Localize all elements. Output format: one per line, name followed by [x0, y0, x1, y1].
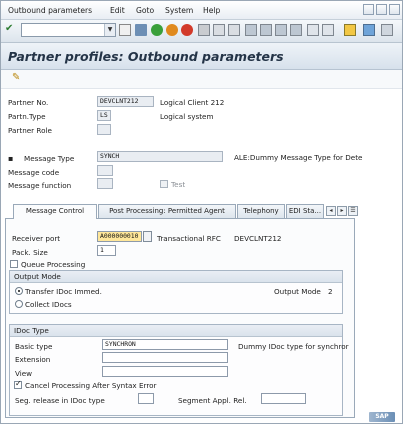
receiver-port-type: Transactional RFC	[157, 234, 221, 243]
value-help-icon[interactable]	[143, 231, 152, 242]
create-session-icon[interactable]	[307, 24, 319, 36]
output-mode-label: Output Mode	[274, 287, 321, 296]
message-type-label: Message Type	[24, 154, 75, 163]
message-code-field[interactable]	[97, 165, 113, 176]
pack-size-field[interactable]: 1	[97, 245, 116, 256]
segment-appl-rel-field[interactable]	[261, 393, 306, 404]
test-label: Test	[171, 180, 186, 189]
sap-logo: SAP	[369, 412, 395, 422]
queue-processing-label: Queue Processing	[21, 260, 86, 269]
seg-release-label: Seg. release in IDoc type	[15, 396, 105, 405]
cancel-processing-label: Cancel Processing After Syntax Error	[25, 381, 157, 390]
menu-help[interactable]: Help	[203, 6, 220, 15]
message-type-tree-icon[interactable]: ▪	[8, 154, 13, 163]
exit-icon[interactable]	[166, 24, 178, 36]
transfer-idoc-radio[interactable]	[15, 287, 23, 295]
menu-system[interactable]: System	[165, 6, 193, 15]
tab-post-processing[interactable]: Post Processing: Permitted Agent	[98, 204, 236, 218]
pack-size-label: Pack. Size	[12, 248, 48, 257]
page-title: Partner profiles: Outbound parameters	[8, 49, 284, 64]
cancel-icon[interactable]	[181, 24, 193, 36]
partner-no-description: Logical Client 212	[160, 98, 225, 107]
history-icon[interactable]	[119, 24, 131, 36]
cancel-processing-checkbox[interactable]	[14, 379, 22, 389]
tab-telephony[interactable]: Telephony	[237, 204, 285, 218]
next-page-icon[interactable]	[275, 24, 287, 36]
minimize-icon[interactable]	[363, 4, 374, 15]
menu-bar: Outbound parameters Edit Goto System Hel…	[1, 1, 402, 20]
command-field[interactable]: ▼	[21, 23, 116, 37]
message-function-label: Message function	[8, 181, 72, 190]
maximize-icon[interactable]	[376, 4, 387, 15]
tab-list-icon[interactable]: ☰	[348, 206, 358, 216]
receiver-port-field[interactable]: A000000010	[97, 231, 142, 242]
idoc-type-header: IDoc Type	[10, 325, 342, 337]
last-page-icon[interactable]	[290, 24, 302, 36]
partn-type-label: Partn.Type	[8, 112, 46, 121]
view-label: View	[15, 369, 33, 378]
menu-edit[interactable]: Edit	[110, 6, 125, 15]
output-mode-header: Output Mode	[10, 271, 342, 283]
close-icon[interactable]	[389, 4, 400, 15]
print-icon[interactable]	[198, 24, 210, 36]
message-code-label: Message code	[8, 168, 60, 177]
layout-menu-icon[interactable]	[381, 24, 393, 36]
tab-scroll-right-icon[interactable]: ▸	[337, 206, 347, 216]
first-page-icon[interactable]	[245, 24, 257, 36]
partn-type-description: Logical system	[160, 112, 214, 121]
partner-no-label: Partner No.	[8, 98, 49, 107]
view-field[interactable]	[102, 366, 228, 377]
shortcut-icon[interactable]	[322, 24, 334, 36]
extension-field[interactable]	[102, 352, 228, 363]
standard-toolbar: ✔ ▼	[1, 20, 402, 43]
basic-type-field[interactable]: SYNCHRON	[102, 339, 228, 350]
collect-idocs-label: Collect IDocs	[25, 300, 72, 309]
partner-role-field[interactable]	[97, 124, 111, 135]
customize-layout-icon[interactable]	[363, 24, 375, 36]
help-icon[interactable]	[344, 24, 356, 36]
title-bar: Partner profiles: Outbound parameters	[1, 43, 402, 70]
queue-processing-checkbox[interactable]	[10, 260, 18, 268]
output-mode-value: 2	[328, 287, 333, 296]
message-function-field[interactable]	[97, 178, 113, 189]
seg-release-field[interactable]	[138, 393, 154, 404]
save-icon[interactable]	[135, 24, 147, 36]
test-checkbox[interactable]	[160, 180, 168, 188]
find-next-icon[interactable]	[228, 24, 240, 36]
tab-edi-standard[interactable]: EDI Sta...	[286, 204, 324, 218]
find-icon[interactable]	[213, 24, 225, 36]
previous-page-icon[interactable]	[260, 24, 272, 36]
application-toolbar: ✎	[1, 70, 402, 89]
tab-message-control[interactable]: Message Control	[13, 204, 97, 219]
collect-idocs-radio[interactable]	[15, 300, 23, 308]
receiver-port-label: Receiver port	[12, 234, 61, 243]
back-icon[interactable]	[151, 24, 163, 36]
enter-icon[interactable]: ✔	[5, 24, 17, 36]
extension-label: Extension	[15, 355, 51, 364]
basic-type-label: Basic type	[15, 342, 53, 351]
segment-appl-rel-label: Segment Appl. Rel.	[178, 396, 247, 405]
menu-outbound-parameters[interactable]: Outbound parameters	[8, 6, 92, 15]
transfer-idoc-label: Transfer IDoc Immed.	[25, 287, 102, 296]
partner-no-field[interactable]: DEVCLNT212	[97, 96, 154, 107]
tab-strip: Message Control Post Processing: Permitt…	[13, 204, 358, 219]
receiver-port-description: DEVCLNT212	[234, 234, 282, 243]
pencil-icon[interactable]: ✎	[12, 73, 23, 84]
tab-scroll-left-icon[interactable]: ◂	[326, 206, 336, 216]
basic-type-description: Dummy IDoc type for synchror	[238, 342, 349, 351]
chevron-down-icon[interactable]: ▼	[104, 24, 115, 36]
message-type-field[interactable]: SYNCH	[97, 151, 223, 162]
partner-role-label: Partner Role	[8, 126, 52, 135]
partn-type-field[interactable]: LS	[97, 110, 111, 121]
menu-goto[interactable]: Goto	[136, 6, 154, 15]
message-type-description: ALE:Dummy Message Type for Dete	[234, 153, 363, 162]
